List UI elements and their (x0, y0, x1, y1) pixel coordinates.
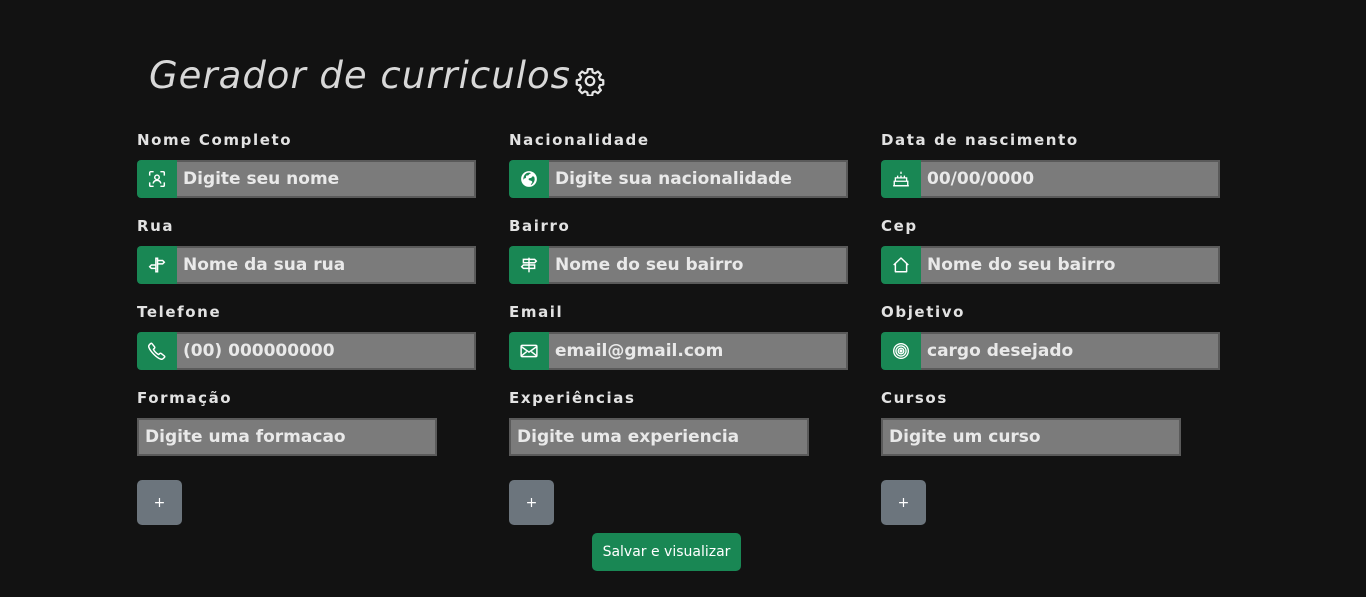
signpost-icon (137, 246, 177, 284)
globe-icon (509, 160, 549, 198)
bairro-input[interactable]: Nome do seu bairro (549, 246, 848, 284)
email-input[interactable]: email@gmail.com (549, 332, 848, 370)
objetivo-input[interactable]: cargo desejado (921, 332, 1220, 370)
telefone-label: Telefone (137, 303, 222, 321)
formacao-label: Formação (137, 389, 233, 407)
field-telefone: Telefone (00) 000000000 (137, 302, 477, 370)
field-objetivo: Objetivo cargo desejado (881, 302, 1221, 370)
phone-icon (137, 332, 177, 370)
field-cep: Cep Nome do seu bairro (881, 216, 1221, 284)
resume-generator-page: Gerador de curriculos Nome Completo Digi… (0, 0, 1366, 597)
objetivo-label: Objetivo (881, 303, 965, 321)
cep-input-group: Nome do seu bairro (881, 246, 1220, 284)
email-label: Email (509, 303, 564, 321)
add-curso-button[interactable]: + (881, 480, 926, 525)
telefone-input[interactable]: (00) 000000000 (177, 332, 476, 370)
signpost-split-icon (509, 246, 549, 284)
envelope-icon (509, 332, 549, 370)
cursos-label: Cursos (881, 389, 948, 407)
list-cursos: Cursos Digite um curso (881, 388, 1221, 456)
telefone-input-group: (00) 000000000 (137, 332, 476, 370)
cake-icon (881, 160, 921, 198)
nome-input[interactable]: Digite seu nome (177, 160, 476, 198)
field-rua: Rua Nome da sua rua (137, 216, 477, 284)
page-title: Gerador de curriculos (149, 50, 605, 100)
cep-input[interactable]: Nome do seu bairro (921, 246, 1220, 284)
rua-input-group: Nome da sua rua (137, 246, 476, 284)
field-email: Email email@gmail.com (509, 302, 849, 370)
nacionalidade-input-group: Digite sua nacionalidade (509, 160, 848, 198)
field-nascimento: Data de nascimento 00/00/0000 (881, 130, 1221, 198)
gear-icon (575, 62, 605, 97)
nascimento-label: Data de nascimento (881, 131, 1079, 149)
list-experiencias: Experiências Digite uma experiencia (509, 388, 849, 456)
bairro-input-group: Nome do seu bairro (509, 246, 848, 284)
field-bairro: Bairro Nome do seu bairro (509, 216, 849, 284)
objetivo-input-group: cargo desejado (881, 332, 1220, 370)
experiencias-input[interactable]: Digite uma experiencia (509, 418, 809, 456)
nascimento-input-group: 00/00/0000 (881, 160, 1220, 198)
field-nacionalidade: Nacionalidade Digite sua nacionalidade (509, 130, 849, 198)
formacao-input[interactable]: Digite uma formacao (137, 418, 437, 456)
page-title-text: Gerador de curriculos (149, 53, 571, 97)
save-and-preview-button[interactable]: Salvar e visualizar (592, 533, 741, 571)
nascimento-input[interactable]: 00/00/0000 (921, 160, 1220, 198)
field-nome: Nome Completo Digite seu nome (137, 130, 477, 198)
nome-input-group: Digite seu nome (137, 160, 476, 198)
email-input-group: email@gmail.com (509, 332, 848, 370)
house-icon (881, 246, 921, 284)
nacionalidade-label: Nacionalidade (509, 131, 650, 149)
rua-input[interactable]: Nome da sua rua (177, 246, 476, 284)
nacionalidade-input[interactable]: Digite sua nacionalidade (549, 160, 848, 198)
add-experiencia-button[interactable]: + (509, 480, 554, 525)
experiencias-label: Experiências (509, 389, 636, 407)
nome-label: Nome Completo (137, 131, 293, 149)
list-formacao: Formação Digite uma formacao (137, 388, 477, 456)
bairro-label: Bairro (509, 217, 571, 235)
add-formacao-button[interactable]: + (137, 480, 182, 525)
cep-label: Cep (881, 217, 918, 235)
person-badge-icon (137, 160, 177, 198)
rua-label: Rua (137, 217, 175, 235)
cursos-input[interactable]: Digite um curso (881, 418, 1181, 456)
target-icon (881, 332, 921, 370)
